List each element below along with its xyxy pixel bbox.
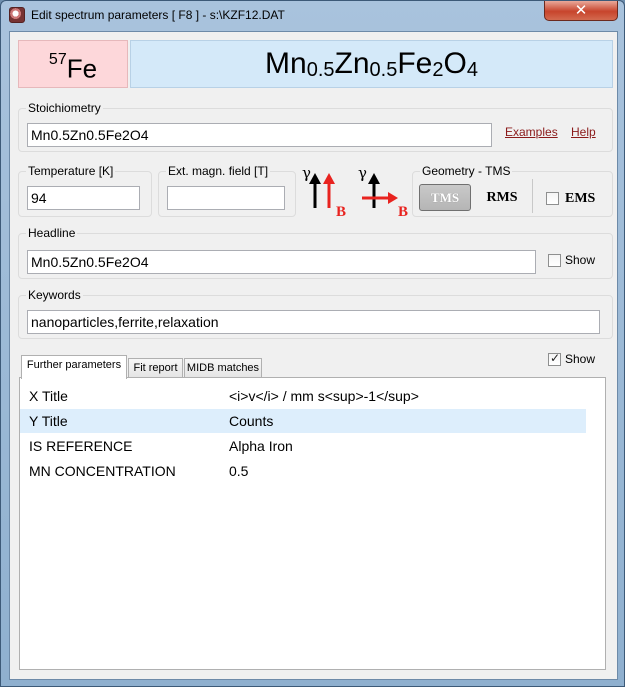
dialog-client-area: 57Fe Mn0.5Zn0.5Fe2O4 Stoichiometry Mn0.5…	[9, 31, 618, 680]
headline-show-label: Show	[565, 253, 596, 267]
parameter-key: MN CONCENTRATION	[29, 463, 176, 479]
formula-element-0: Mn	[265, 47, 307, 80]
headline-label: Headline	[26, 226, 78, 240]
parameter-row-selected[interactable]: Y Title Counts	[20, 409, 586, 433]
geometry-divider	[532, 179, 533, 213]
field-perpendicular-icon[interactable]: γ B	[356, 164, 412, 220]
parameter-key: Y Title	[29, 413, 68, 429]
field-arrowhead-1	[323, 173, 335, 184]
parameter-key: IS REFERENCE	[29, 438, 133, 454]
parameter-key: X Title	[29, 388, 68, 404]
help-link[interactable]: Help	[571, 125, 596, 139]
isotope-symbol: Fe	[66, 53, 98, 84]
ems-label: EMS	[565, 191, 596, 206]
formula-subscript-1: 0.5	[369, 59, 398, 81]
title-bar[interactable]: Edit spectrum parameters [ F8 ] - s:\KZF…	[1, 1, 624, 29]
field-arrowhead-2	[388, 192, 398, 204]
parameter-row[interactable]: IS REFERENCE Alpha Iron	[20, 434, 586, 458]
temperature-label: Temperature [K]	[26, 164, 116, 178]
tab-midb-matches[interactable]: MIDB matches	[184, 358, 262, 377]
tabs-show-label: Show	[565, 352, 596, 366]
parameter-row[interactable]: X Title <i>v</i> / mm s<sup>-1</sup>	[20, 384, 586, 408]
formula-display: Mn0.5Zn0.5Fe2O4	[130, 40, 613, 88]
headline-input[interactable]: Mn0.5Zn0.5Fe2O4	[27, 250, 536, 274]
formula-element-1: Zn	[334, 47, 370, 80]
gamma-symbol-1: γ	[302, 164, 311, 182]
temperature-input[interactable]: 94	[27, 186, 140, 210]
parameter-value: Alpha Iron	[229, 438, 293, 454]
examples-link[interactable]: Examples	[505, 125, 558, 139]
tms-button[interactable]: TMS	[419, 184, 471, 211]
parameter-value: <i>v</i> / mm s<sup>-1</sup>	[229, 388, 419, 404]
parameter-row[interactable]: MN CONCENTRATION 0.5	[20, 459, 586, 483]
isotope-mass: 57	[48, 51, 67, 68]
window-title: Edit spectrum parameters [ F8 ] - s:\KZF…	[31, 8, 285, 22]
tabs-show-checkbox[interactable]	[548, 351, 561, 366]
edit-spectrum-window: Edit spectrum parameters [ F8 ] - s:\KZF…	[0, 0, 625, 687]
stoichiometry-label: Stoichiometry	[26, 101, 103, 115]
magnetic-field-input[interactable]	[167, 186, 285, 210]
parameter-value: Counts	[229, 413, 274, 429]
app-icon	[9, 7, 25, 23]
formula-subscript-2: 2	[432, 59, 444, 81]
b-symbol-2: B	[398, 204, 408, 220]
keywords-label: Keywords	[26, 288, 83, 302]
rms-button[interactable]: RMS	[480, 184, 524, 211]
beam-arrowhead-2	[368, 173, 380, 184]
formula-element-3: O	[443, 47, 467, 80]
gamma-symbol-2: γ	[358, 164, 367, 182]
geometry-label: Geometry - TMS	[420, 164, 513, 178]
stoichiometry-input[interactable]: Mn0.5Zn0.5Fe2O4	[27, 123, 492, 147]
formula-element-2: Fe	[397, 47, 433, 80]
formula-subscript-3: 4	[466, 59, 478, 81]
ems-checkbox[interactable]	[546, 192, 559, 205]
close-button[interactable]: ✕	[544, 1, 618, 21]
parameter-value: 0.5	[229, 463, 249, 479]
isotope-badge: 57Fe	[18, 40, 128, 88]
tab-further-parameters[interactable]: Further parameters	[21, 355, 127, 379]
field-parallel-icon[interactable]: γ B	[300, 164, 348, 220]
headline-show-checkbox[interactable]	[548, 254, 561, 267]
keywords-input[interactable]: nanoparticles,ferrite,relaxation	[27, 310, 600, 334]
tab-fit-report[interactable]: Fit report	[128, 358, 183, 377]
formula-subscript-0: 0.5	[306, 59, 335, 81]
magnetic-field-label: Ext. magn. field [T]	[166, 164, 271, 178]
b-symbol-1: B	[336, 204, 346, 220]
